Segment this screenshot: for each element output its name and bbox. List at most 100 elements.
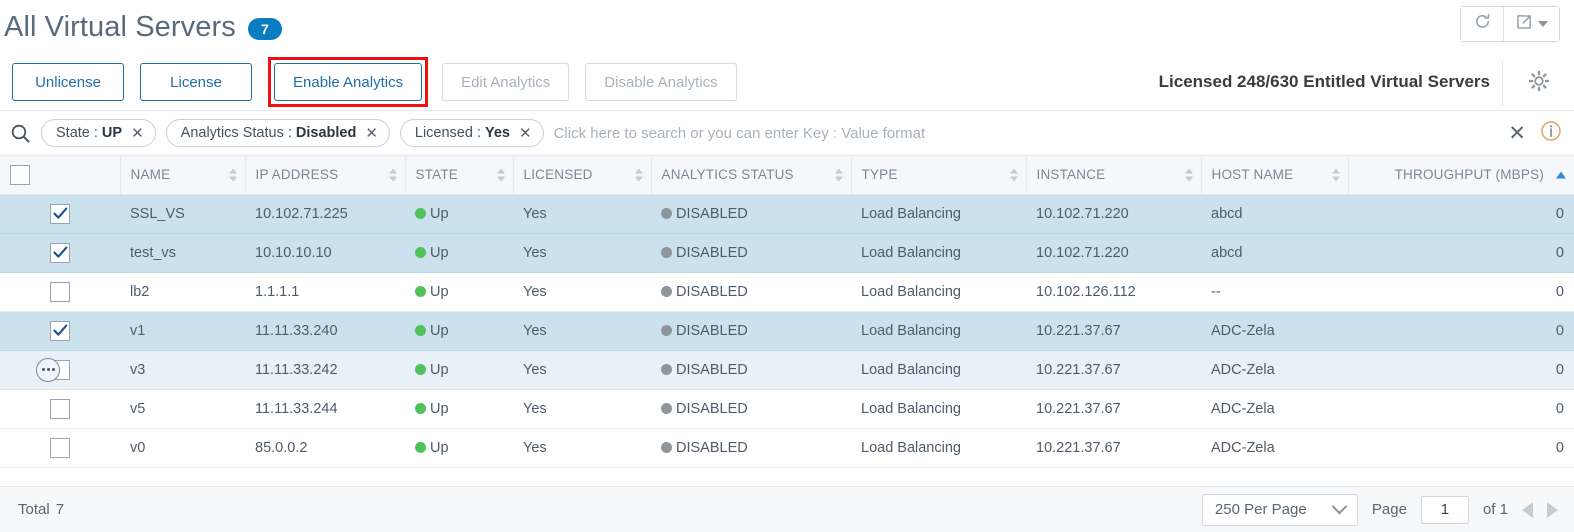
status-disabled-icon — [661, 402, 672, 414]
sort-ascending-icon[interactable] — [1556, 171, 1566, 179]
cell-type: Load Balancing — [851, 350, 1026, 390]
next-page-button[interactable] — [1547, 501, 1558, 518]
table-row[interactable]: test_vs 10.10.10.10 Up Yes DISABLED Load Bala… — [0, 233, 1574, 273]
per-page-select[interactable]: 250 Per Page — [1201, 493, 1358, 526]
license-button[interactable]: License — [140, 63, 252, 101]
column-label: THROUGHPUT (MBPS) — [1394, 167, 1544, 183]
pagination-controls: 250 Per Page Page of 1 — [1201, 493, 1558, 526]
row-select-cell[interactable] — [0, 272, 120, 312]
search-bar[interactable]: State : UP ✕ Analytics Status : Disabled ✕… — [0, 110, 1574, 156]
sort-icon[interactable] — [388, 168, 397, 182]
state-label: Up — [430, 361, 449, 378]
sort-icon[interactable] — [1331, 168, 1340, 182]
column-label: HOST NAME — [1211, 167, 1294, 183]
row-checkbox[interactable] — [50, 242, 70, 263]
cell-name: v0 — [120, 428, 245, 468]
refresh-button[interactable] — [1461, 7, 1503, 41]
sort-icon[interactable] — [634, 168, 643, 182]
row-checkbox[interactable] — [50, 437, 70, 458]
row-select-cell[interactable] — [0, 350, 120, 390]
column-header-ip-address[interactable]: IP ADDRESS — [245, 156, 406, 195]
status-up-icon — [415, 246, 426, 258]
column-header-throughput[interactable]: THROUGHPUT (MBPS) — [1348, 156, 1574, 195]
record-count-badge: 7 — [247, 18, 282, 40]
cell-instance: 10.221.37.67 — [1026, 350, 1201, 390]
unlicense-button[interactable]: Unlicense — [12, 63, 124, 101]
analytics-label: DISABLED — [676, 361, 748, 378]
filter-chip-state[interactable]: State : UP ✕ — [41, 119, 156, 147]
cell-state: Up — [405, 194, 513, 234]
row-checkbox[interactable] — [50, 203, 70, 224]
status-up-icon — [415, 324, 426, 336]
close-icon[interactable]: ✕ — [519, 126, 532, 141]
search-input[interactable]: Click here to search or you can enter Ke… — [554, 125, 1499, 142]
close-icon[interactable]: ✕ — [365, 126, 378, 141]
state-label: Up — [430, 400, 449, 417]
status-up-icon — [415, 207, 426, 219]
row-select-cell[interactable] — [0, 233, 120, 273]
sort-icon[interactable] — [496, 168, 505, 182]
cell-host-name: ADC-Zela — [1201, 389, 1348, 429]
cell-type: Load Balancing — [851, 233, 1026, 273]
table-row[interactable]: SSL_VS 10.102.71.225 Up Yes DISABLED Load Bal… — [0, 194, 1574, 234]
settings-button[interactable] — [1502, 60, 1574, 106]
sort-icon[interactable] — [1009, 168, 1018, 182]
page-number-input[interactable] — [1420, 495, 1469, 524]
row-checkbox[interactable] — [50, 281, 70, 302]
cell-ip-address: 11.11.33.244 — [245, 389, 405, 429]
cell-name: v3 — [120, 350, 245, 390]
column-header-name[interactable]: NAME — [120, 156, 246, 195]
info-icon[interactable] — [1540, 120, 1562, 147]
row-select-cell[interactable] — [0, 194, 120, 234]
column-header-host-name[interactable]: HOST NAME — [1201, 156, 1349, 195]
row-select-cell[interactable] — [0, 428, 120, 468]
table-row[interactable]: v5 11.11.33.244 Up Yes DISABLED Load Balancin… — [0, 389, 1574, 429]
column-header-state[interactable]: STATE — [405, 156, 514, 195]
total-value: 7 — [55, 501, 65, 518]
export-button[interactable] — [1503, 7, 1559, 41]
table-row[interactable]: v1 11.11.33.240 Up Yes DISABLED Load Balancin… — [0, 311, 1574, 351]
close-icon[interactable]: ✕ — [131, 126, 144, 141]
row-select-cell[interactable] — [0, 311, 120, 351]
cell-state: Up — [405, 311, 513, 351]
cell-licensed: Yes — [513, 194, 651, 234]
column-header-instance[interactable]: INSTANCE — [1026, 156, 1202, 195]
table-row[interactable]: v0 85.0.0.2 Up Yes DISABLED Load Balancing 10.… — [0, 428, 1574, 468]
sort-icon[interactable] — [1184, 168, 1193, 182]
table-row[interactable]: lb2 1.1.1.1 Up Yes DISABLED Load Balancing 10.… — [0, 272, 1574, 312]
column-header-licensed[interactable]: LICENSED — [513, 156, 652, 195]
filter-chip-key: Analytics Status : — [180, 125, 292, 141]
column-label: LICENSED — [523, 167, 593, 183]
row-checkbox[interactable] — [50, 398, 70, 419]
filter-chip-licensed[interactable]: Licensed : Yes ✕ — [399, 119, 544, 147]
cell-licensed: Yes — [513, 389, 651, 429]
filter-chip-analytics-status[interactable]: Analytics Status : Disabled ✕ — [165, 119, 390, 147]
cell-analytics-status: DISABLED — [651, 389, 851, 429]
column-header-analytics-status[interactable]: ANALYTICS STATUS — [651, 156, 852, 195]
previous-page-button[interactable] — [1522, 501, 1533, 518]
sort-icon[interactable] — [834, 168, 843, 182]
column-header-select-all[interactable] — [0, 156, 121, 195]
sort-icon[interactable] — [228, 168, 237, 182]
clear-search-icon[interactable]: ✕ — [1508, 123, 1526, 144]
row-actions-menu-icon[interactable] — [36, 357, 60, 382]
table-row[interactable]: v3 11.11.33.242 Up Yes DISABLED Load Balancin… — [0, 350, 1574, 390]
row-select-cell[interactable] — [0, 389, 120, 429]
column-header-type[interactable]: TYPE — [851, 156, 1027, 195]
cell-throughput: 0 — [1348, 311, 1574, 351]
state-label: Up — [430, 322, 449, 339]
enable-analytics-button[interactable]: Enable Analytics — [274, 63, 423, 101]
table-footer: Total 7 250 Per Page Page of 1 — [0, 486, 1574, 532]
select-all-checkbox[interactable] — [10, 164, 30, 185]
status-disabled-icon — [661, 246, 672, 258]
cell-ip-address: 10.102.71.225 — [245, 194, 405, 234]
cell-type: Load Balancing — [851, 389, 1026, 429]
cell-ip-address: 11.11.33.240 — [245, 311, 405, 351]
cell-licensed: Yes — [513, 350, 651, 390]
cell-analytics-status: DISABLED — [651, 350, 851, 390]
column-label: NAME — [130, 167, 171, 183]
status-disabled-icon — [661, 441, 672, 453]
filter-chip-value: UP — [101, 125, 123, 141]
cell-host-name: ADC-Zela — [1201, 311, 1348, 351]
row-checkbox[interactable] — [50, 320, 70, 341]
